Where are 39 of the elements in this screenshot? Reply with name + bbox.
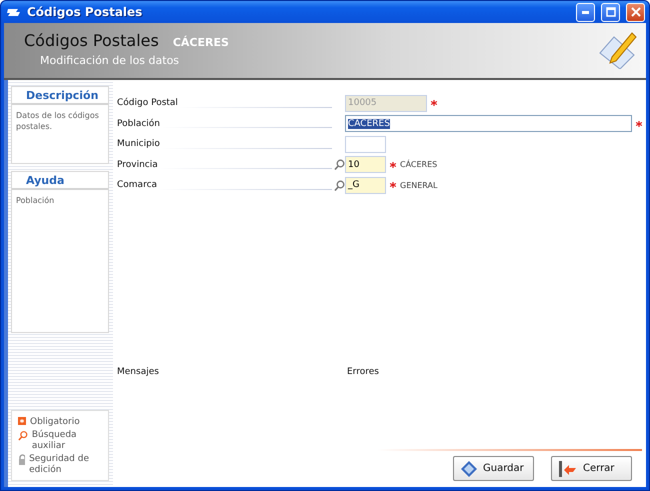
window-title: Códigos Postales — [27, 5, 144, 19]
text-field[interactable]: 10 — [345, 156, 386, 174]
app-logo-icon — [7, 7, 21, 17]
panel-title: Descripción — [12, 87, 108, 105]
close-icon — [630, 7, 640, 17]
close-button[interactable] — [626, 2, 645, 22]
description-text: Datos de los códigos postales. — [15, 110, 100, 133]
search-icon[interactable] — [18, 430, 28, 441]
panel-title: Ayuda — [12, 172, 108, 190]
field-label: Provincia — [117, 160, 158, 170]
exit-arrow-icon — [558, 460, 578, 478]
errors-label: Errores — [347, 367, 380, 377]
header-caption: Modificación de los datos — [40, 54, 180, 67]
messages-label: Mensajes — [117, 367, 160, 377]
field-label: Código Postal — [117, 98, 178, 108]
field-label: Población — [117, 118, 160, 129]
save-button[interactable]: Guardar — [453, 456, 534, 481]
search-icon[interactable] — [334, 180, 345, 191]
minimize-button[interactable] — [576, 2, 595, 22]
legend-text: Obligatorio — [30, 417, 80, 428]
field-note: CÁCERES — [400, 160, 438, 170]
header-subtitle: CÁCERES — [172, 36, 229, 49]
search-icon[interactable] — [334, 159, 345, 170]
text-field[interactable]: _G — [345, 176, 386, 194]
text-field[interactable] — [345, 136, 386, 153]
lock-icon — [18, 454, 26, 466]
text-field[interactable]: CÁCERES — [345, 115, 632, 132]
close-form-button[interactable]: Cerrar — [551, 456, 632, 481]
help-text: Población — [15, 195, 56, 207]
header-title: Códigos Postales — [24, 31, 159, 50]
minimize-icon — [582, 10, 589, 14]
maximize-button[interactable] — [601, 2, 620, 22]
legend-text: Búsqueda auxiliar — [32, 430, 78, 452]
field-note: GENERAL — [400, 180, 438, 190]
field-label: Municipio — [117, 139, 160, 150]
legend-text: Seguridad de edición — [29, 454, 90, 476]
maximize-icon — [606, 7, 616, 17]
required-icon — [18, 417, 26, 425]
field-label: Comarca — [117, 180, 158, 190]
